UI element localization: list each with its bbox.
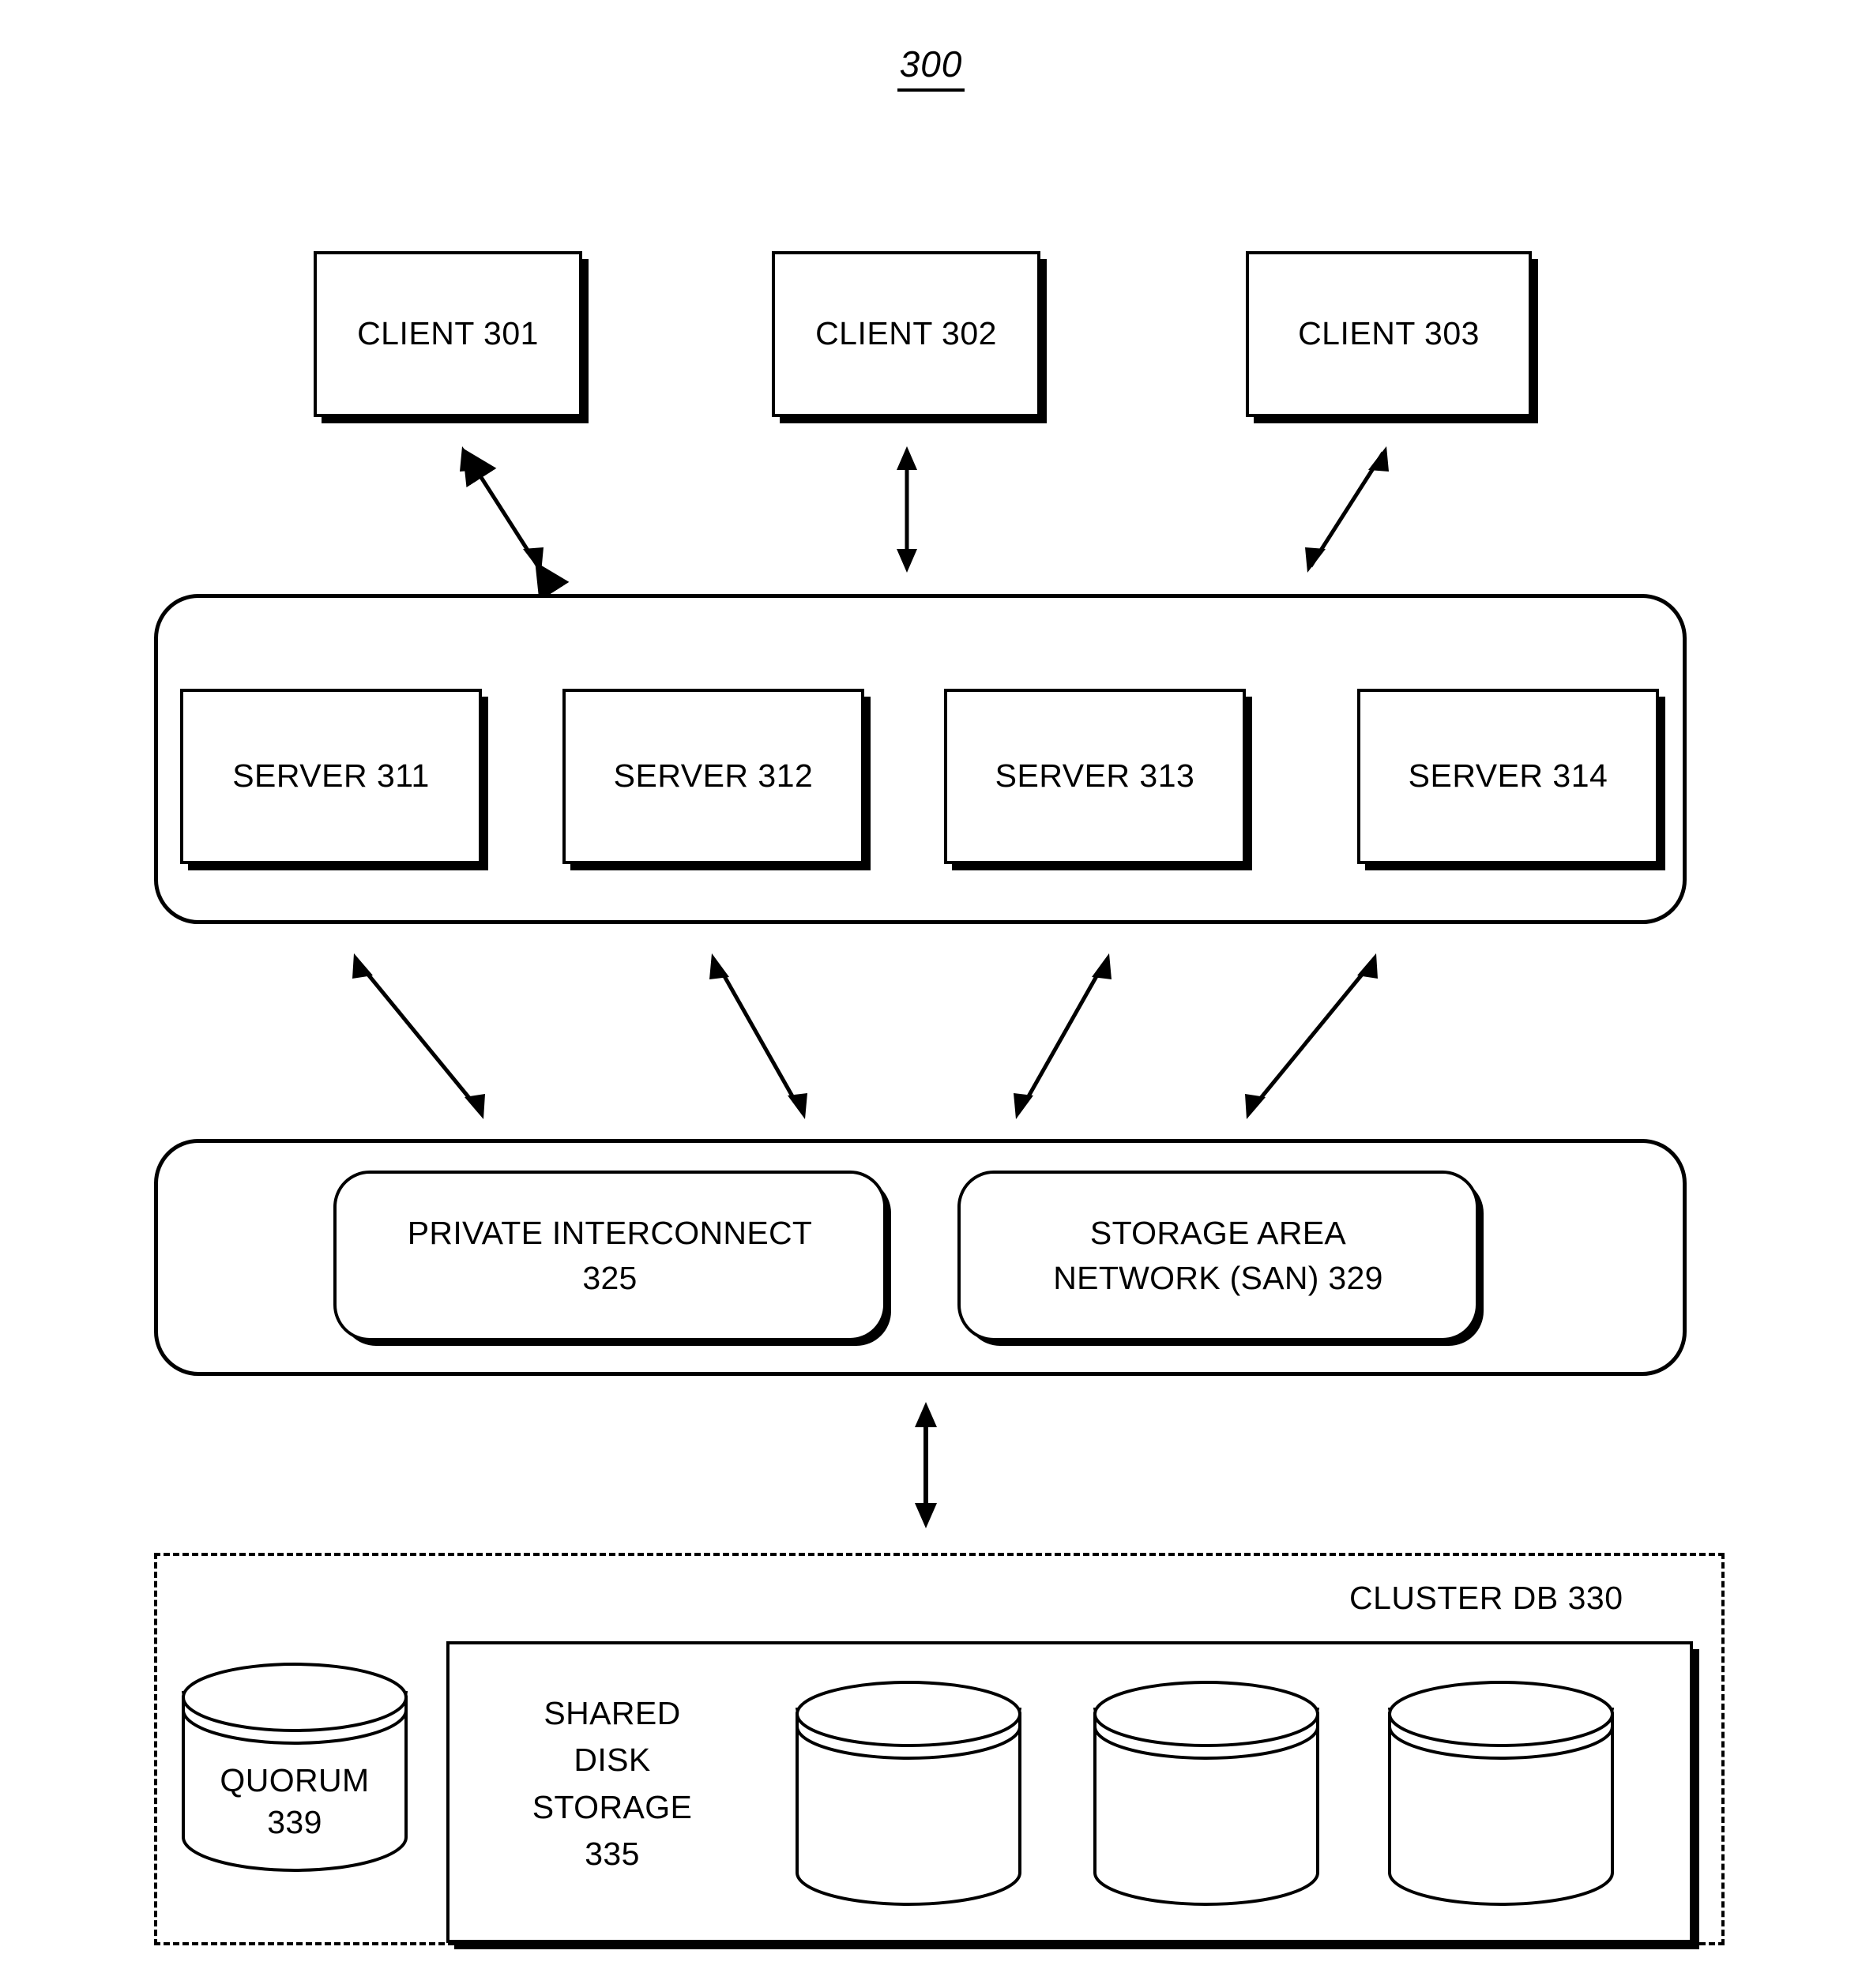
- server-box-312[interactable]: SERVER 312: [562, 689, 864, 864]
- private-interconnect-label: PRIVATE INTERCONNECT 325: [407, 1214, 813, 1296]
- figure-300-diagram: 300 CLIENT 301 CLIENT 302 CLIENT 303 SER…: [0, 0, 1862, 1988]
- figure-number: 300: [0, 43, 1862, 92]
- client-301-server-arrow: [460, 446, 570, 602]
- server-box-314-label: SERVER 314: [1408, 757, 1608, 795]
- server-311-network-arrow: [352, 953, 485, 1119]
- storage-area-network-label: STORAGE AREA NETWORK (SAN) 329: [1053, 1214, 1383, 1296]
- server-312-network-arrow: [709, 953, 807, 1119]
- client-box-301[interactable]: CLIENT 301: [314, 251, 582, 417]
- client-303-server-arrow: [1305, 446, 1389, 573]
- server-314-network-arrow: [1245, 953, 1378, 1119]
- disk-cylinder-2[interactable]: [1092, 1681, 1321, 1910]
- client-box-302[interactable]: CLIENT 302: [772, 251, 1040, 417]
- server-box-311[interactable]: SERVER 311: [180, 689, 482, 864]
- disk-cylinder-3[interactable]: [1386, 1681, 1616, 1910]
- server-box-311-label: SERVER 311: [232, 757, 430, 795]
- server-box-313[interactable]: SERVER 313: [944, 689, 1246, 864]
- quorum-cylinder[interactable]: [180, 1663, 409, 1872]
- network-clusterdb-arrow: [915, 1402, 937, 1528]
- private-interconnect-box[interactable]: PRIVATE INTERCONNECT 325: [333, 1171, 886, 1341]
- server-box-312-label: SERVER 312: [613, 757, 814, 795]
- server-box-313-label: SERVER 313: [995, 757, 1195, 795]
- disk-cylinder-1[interactable]: [794, 1681, 1023, 1910]
- server-313-network-arrow: [1014, 953, 1112, 1119]
- storage-area-network-box[interactable]: STORAGE AREA NETWORK (SAN) 329: [957, 1171, 1479, 1341]
- shared-disk-storage-label: SHARED DISK STORAGE 335: [532, 1695, 693, 1873]
- client-box-303-label: CLIENT 303: [1298, 315, 1480, 352]
- client-box-302-label: CLIENT 302: [815, 315, 997, 352]
- client-box-303[interactable]: CLIENT 303: [1246, 251, 1532, 417]
- client-box-301-label: CLIENT 301: [357, 315, 539, 352]
- client-302-server-arrow: [897, 446, 917, 573]
- server-box-314[interactable]: SERVER 314: [1357, 689, 1659, 864]
- figure-number-text: 300: [897, 43, 965, 92]
- cluster-db-label: CLUSTER DB 330: [1349, 1580, 1623, 1616]
